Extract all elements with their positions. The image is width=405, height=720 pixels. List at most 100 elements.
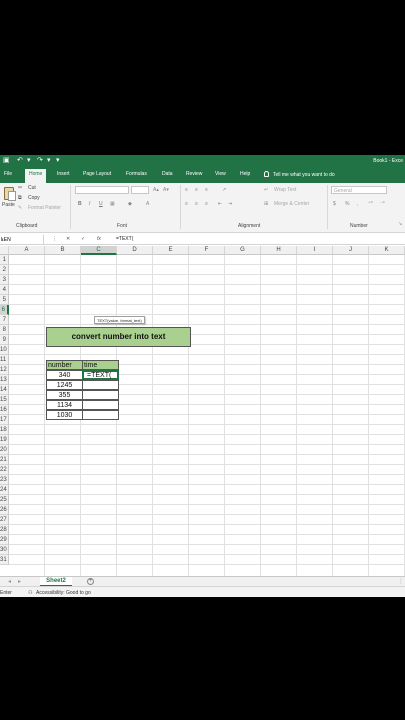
number-cell[interactable]: 340 bbox=[46, 370, 83, 380]
align-center-icon[interactable]: ≡ bbox=[195, 201, 198, 207]
column-header-k[interactable]: K bbox=[369, 246, 405, 255]
column-header-c[interactable]: C bbox=[81, 246, 117, 255]
name-box[interactable]: LEN ▾ bbox=[0, 235, 44, 244]
row-header-5[interactable]: 5 bbox=[0, 295, 9, 305]
time-cell[interactable] bbox=[82, 410, 119, 420]
formula-input[interactable]: =TEXT( bbox=[116, 236, 133, 242]
insert-function-icon[interactable]: fx bbox=[97, 236, 101, 242]
select-all-corner[interactable] bbox=[0, 246, 9, 255]
next-sheet-icon[interactable]: ▸ bbox=[18, 578, 21, 585]
row-header-26[interactable]: 26 bbox=[0, 505, 9, 515]
column-header-b[interactable]: B bbox=[45, 246, 81, 255]
percent-icon[interactable]: % bbox=[345, 201, 349, 207]
row-header-16[interactable]: 16 bbox=[0, 405, 9, 415]
column-header-e[interactable]: E bbox=[153, 246, 189, 255]
accessibility-status[interactable]: Accessibility: Good to go bbox=[36, 590, 91, 596]
decrease-decimal-icon[interactable]: ⁻⁰ bbox=[380, 201, 385, 207]
currency-icon[interactable]: $ bbox=[333, 201, 336, 207]
header-time-cell[interactable]: time bbox=[82, 360, 119, 370]
column-header-a[interactable]: A bbox=[9, 246, 45, 255]
paste-icon[interactable] bbox=[4, 187, 16, 201]
tab-file[interactable]: File bbox=[4, 171, 12, 177]
font-name-select[interactable] bbox=[75, 186, 129, 194]
row-header-1[interactable]: 1 bbox=[0, 255, 9, 265]
number-cell[interactable]: 1245 bbox=[46, 380, 83, 390]
row-header-19[interactable]: 19 bbox=[0, 435, 9, 445]
column-header-j[interactable]: J bbox=[333, 246, 369, 255]
row-header-18[interactable]: 18 bbox=[0, 425, 9, 435]
tab-help[interactable]: Help bbox=[240, 171, 250, 177]
increase-font-icon[interactable]: A▴ bbox=[153, 187, 159, 193]
top-align-icon[interactable]: ≡ bbox=[185, 187, 188, 193]
row-header-13[interactable]: 13 bbox=[0, 375, 9, 385]
underline-button[interactable]: U bbox=[99, 201, 103, 207]
borders-icon[interactable]: ▦ bbox=[110, 201, 115, 207]
increase-indent-icon[interactable]: ⇥ bbox=[228, 201, 232, 207]
row-header-22[interactable]: 22 bbox=[0, 465, 9, 475]
tab-page-layout[interactable]: Page Layout bbox=[83, 171, 111, 177]
row-header-27[interactable]: 27 bbox=[0, 515, 9, 525]
chevron-down-icon[interactable]: ▾ bbox=[1, 237, 41, 243]
paste-button[interactable]: Paste bbox=[2, 202, 15, 208]
number-cell[interactable]: 1134 bbox=[46, 400, 83, 410]
row-header-10[interactable]: 10 bbox=[0, 345, 9, 355]
column-header-h[interactable]: H bbox=[261, 246, 297, 255]
row-header-30[interactable]: 30 bbox=[0, 545, 9, 555]
tab-review[interactable]: Review bbox=[186, 171, 202, 177]
customize-qat-icon[interactable]: ▾ bbox=[56, 157, 60, 165]
decrease-font-icon[interactable]: A▾ bbox=[163, 187, 169, 193]
row-header-12[interactable]: 12 bbox=[0, 365, 9, 375]
tell-me-search[interactable]: Tell me what you want to do bbox=[264, 171, 335, 178]
time-cell[interactable] bbox=[82, 390, 119, 400]
row-header-11[interactable]: 11 bbox=[0, 355, 9, 365]
decrease-indent-icon[interactable]: ⇤ bbox=[218, 201, 222, 207]
column-header-i[interactable]: I bbox=[297, 246, 333, 255]
title-cell[interactable]: convert number into text bbox=[46, 327, 191, 347]
row-header-6[interactable]: 6 bbox=[0, 305, 9, 315]
bottom-align-icon[interactable]: ≡ bbox=[205, 187, 208, 193]
comma-style-icon[interactable]: , bbox=[357, 201, 358, 207]
row-header-4[interactable]: 4 bbox=[0, 285, 9, 295]
undo-dropdown-icon[interactable]: ▾ bbox=[27, 157, 31, 165]
prev-sheet-icon[interactable]: ◂ bbox=[8, 578, 11, 585]
middle-align-icon[interactable]: ≡ bbox=[195, 187, 198, 193]
tab-view[interactable]: View bbox=[215, 171, 226, 177]
merge-center-button[interactable]: Merge & Center bbox=[274, 201, 309, 207]
row-header-3[interactable]: 3 bbox=[0, 275, 9, 285]
row-header-31[interactable]: 31 bbox=[0, 555, 9, 565]
add-sheet-button[interactable]: + bbox=[87, 578, 94, 585]
row-header-17[interactable]: 17 bbox=[0, 415, 9, 425]
font-color-icon[interactable]: A bbox=[146, 201, 149, 207]
row-header-14[interactable]: 14 bbox=[0, 385, 9, 395]
redo-icon[interactable]: ↷ bbox=[37, 157, 43, 165]
row-header-25[interactable]: 25 bbox=[0, 495, 9, 505]
orientation-icon[interactable]: ↗ bbox=[222, 187, 226, 193]
row-header-9[interactable]: 9 bbox=[0, 335, 9, 345]
undo-icon[interactable]: ↶ bbox=[17, 157, 23, 165]
time-cell[interactable] bbox=[82, 400, 119, 410]
number-cell[interactable]: 1030 bbox=[46, 410, 83, 420]
tab-options-icon[interactable]: ⋮ bbox=[398, 578, 404, 585]
save-icon[interactable]: ▣ bbox=[3, 157, 10, 165]
increase-decimal-icon[interactable]: ⁺⁰ bbox=[368, 201, 373, 207]
align-left-icon[interactable]: ≡ bbox=[185, 201, 188, 207]
row-header-20[interactable]: 20 bbox=[0, 445, 9, 455]
row-header-8[interactable]: 8 bbox=[0, 325, 9, 335]
tab-home[interactable]: Home bbox=[25, 169, 47, 183]
cancel-icon[interactable]: ✕ bbox=[66, 236, 70, 242]
format-painter-button[interactable]: Format Painter bbox=[28, 205, 61, 211]
row-header-2[interactable]: 2 bbox=[0, 265, 9, 275]
column-header-d[interactable]: D bbox=[117, 246, 153, 255]
column-header-g[interactable]: G bbox=[225, 246, 261, 255]
time-cell[interactable] bbox=[82, 380, 119, 390]
row-header-24[interactable]: 24 bbox=[0, 485, 9, 495]
tab-formulas[interactable]: Formulas bbox=[126, 171, 147, 177]
tab-insert[interactable]: Insert bbox=[57, 171, 70, 177]
copy-button[interactable]: Copy bbox=[28, 195, 40, 201]
tab-data[interactable]: Data bbox=[162, 171, 173, 177]
redo-dropdown-icon[interactable]: ▾ bbox=[47, 157, 51, 165]
italic-button[interactable]: I bbox=[89, 201, 90, 207]
bold-button[interactable]: B bbox=[78, 201, 82, 207]
active-cell-c6[interactable]: =TEXT( bbox=[82, 370, 119, 380]
header-number-cell[interactable]: number bbox=[46, 360, 83, 370]
